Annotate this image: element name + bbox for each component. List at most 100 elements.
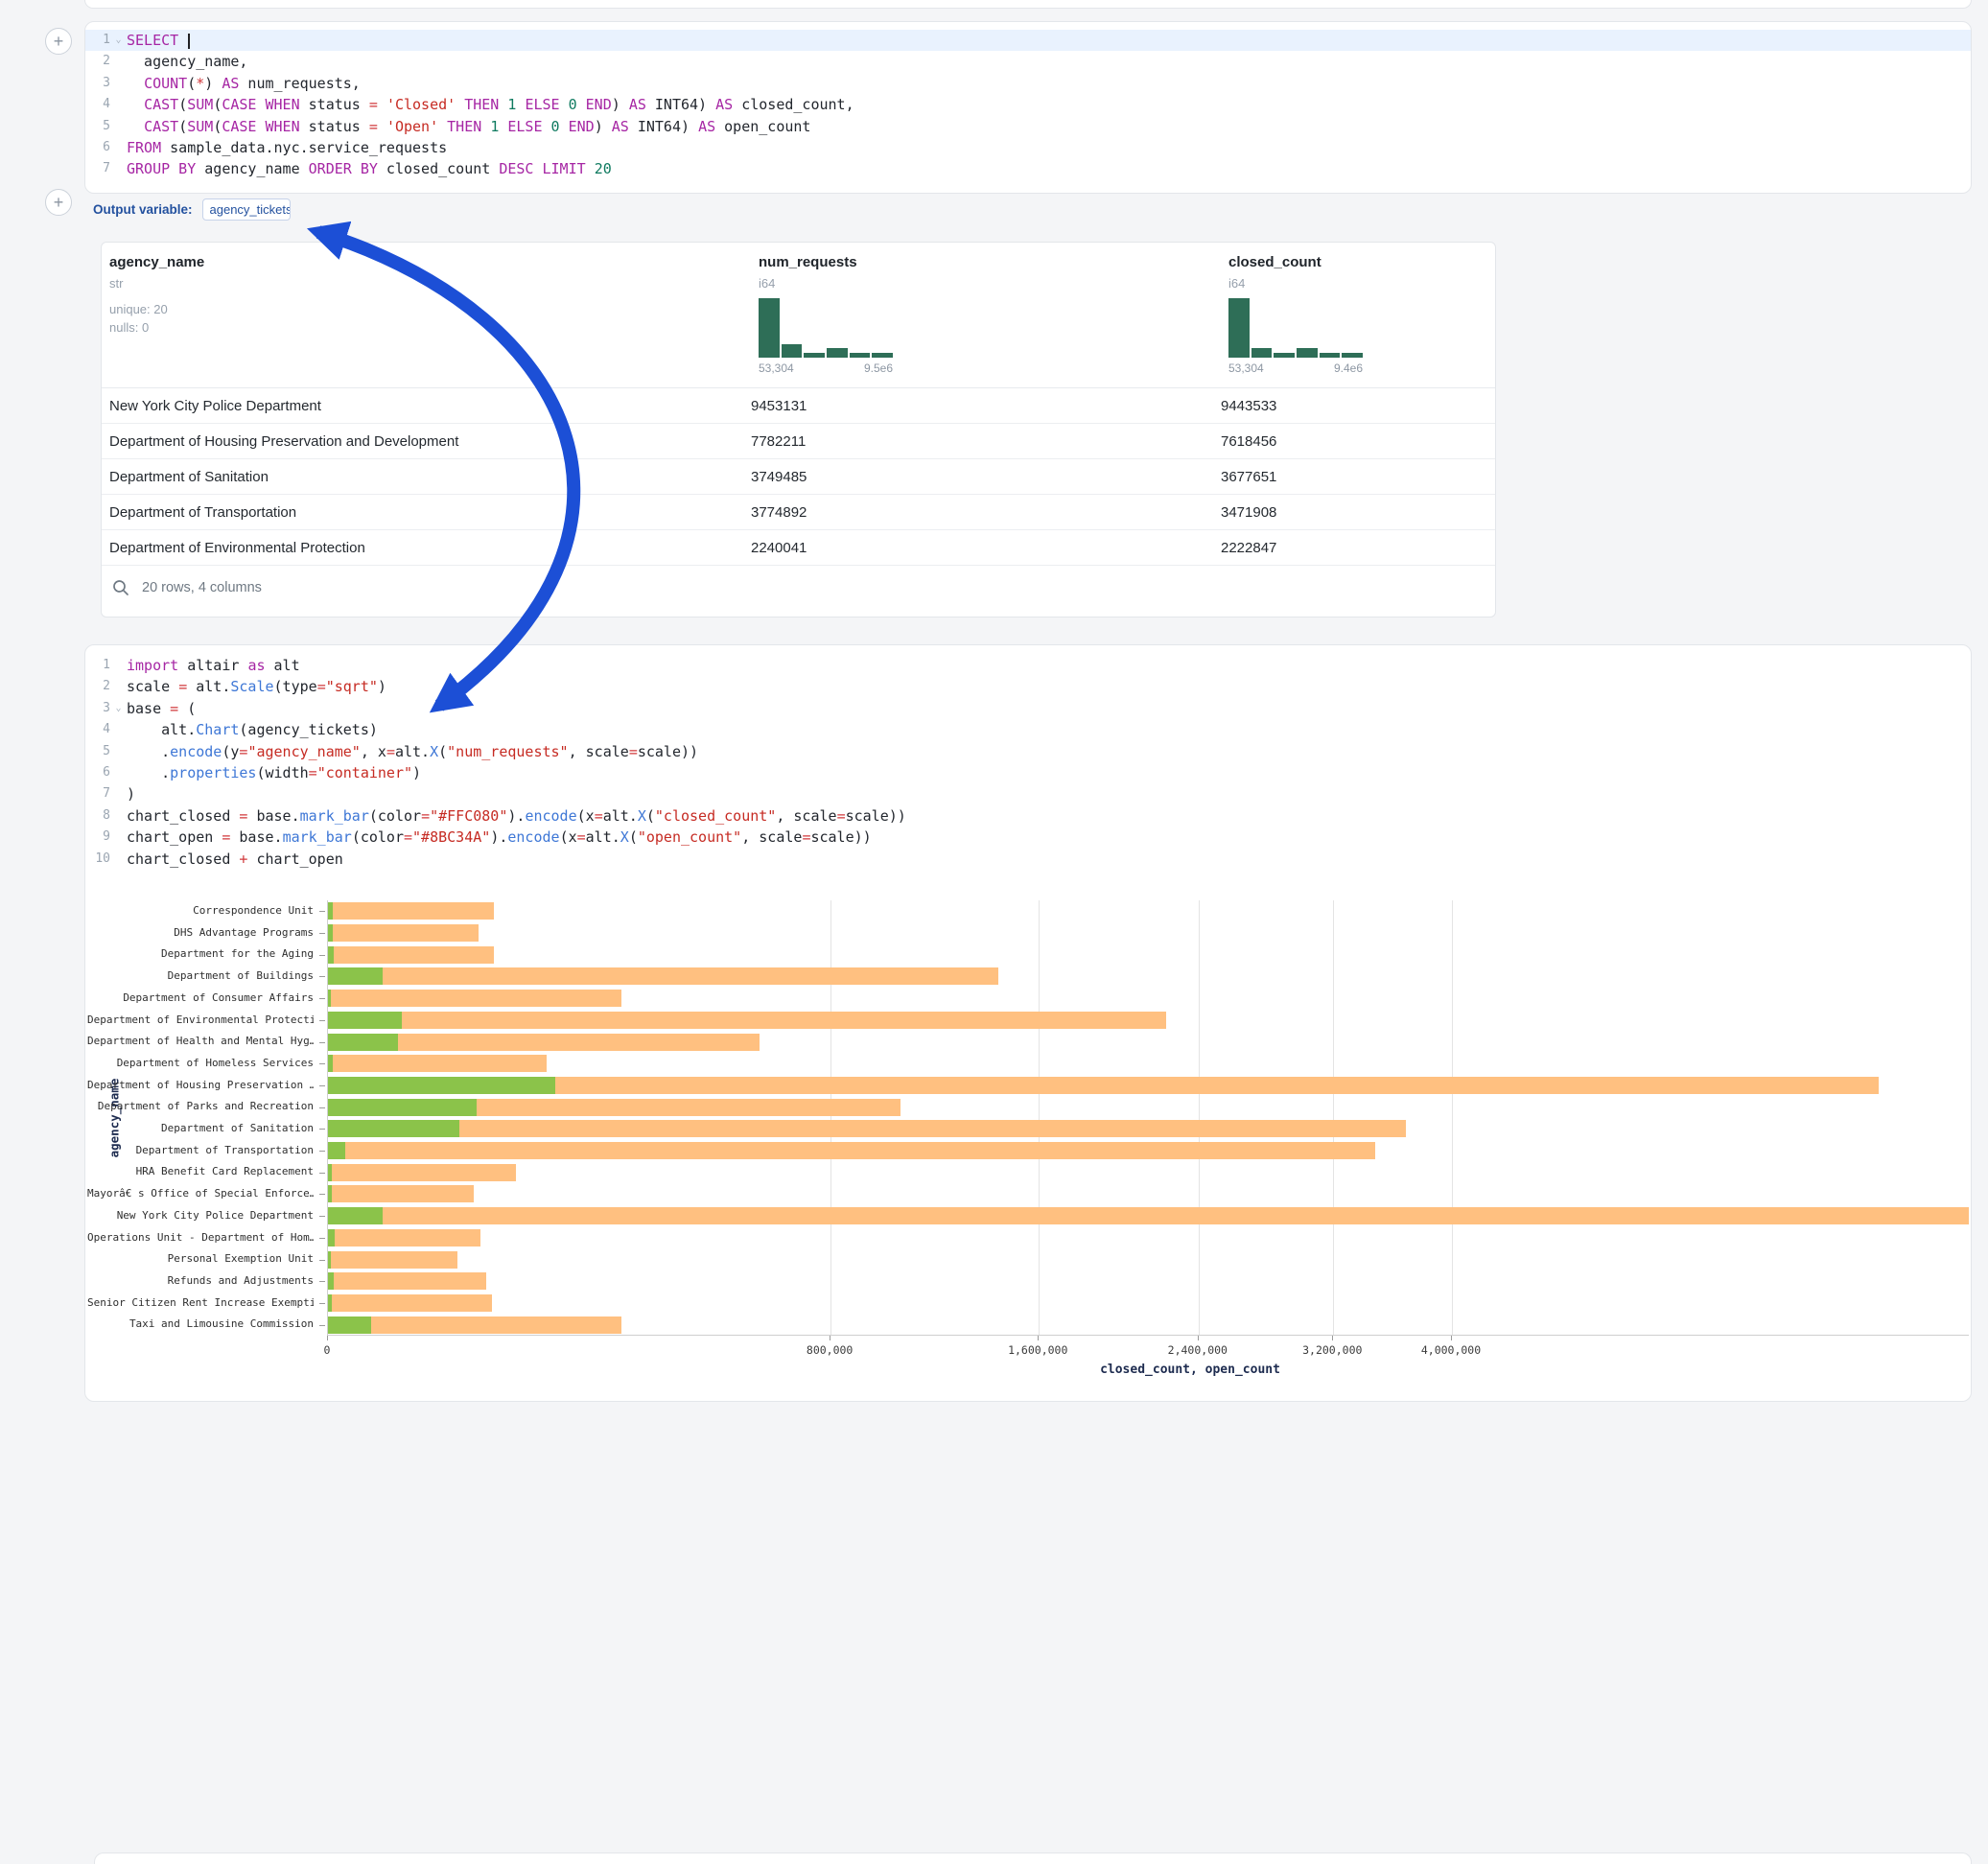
table-cell: 3774892 xyxy=(751,504,1221,521)
y-axis-label: Mayorâ€ s Office of Special Enforce… xyxy=(87,1183,314,1205)
line-number: 10 xyxy=(85,849,110,870)
code-text: ) xyxy=(127,783,135,804)
table-row[interactable]: Department of Transportation377489234719… xyxy=(102,495,1495,530)
add-cell-button[interactable]: + xyxy=(45,189,72,216)
y-axis-label: HRA Benefit Card Replacement xyxy=(87,1161,314,1183)
gridline xyxy=(1039,900,1040,1335)
python-code-editor[interactable]: 1import altair as alt2scale = alt.Scale(… xyxy=(85,655,1971,870)
y-axis-label: Taxi and Limousine Commission xyxy=(87,1314,314,1336)
table-row[interactable]: Department of Housing Preservation and D… xyxy=(102,424,1495,459)
line-number: 6 xyxy=(85,762,110,783)
line-number: 5 xyxy=(85,741,110,762)
histogram-bar xyxy=(1251,348,1273,358)
line-number: 7 xyxy=(85,158,110,179)
python-code-cell[interactable]: 1import altair as alt2scale = alt.Scale(… xyxy=(84,644,1972,1402)
code-line: 3 COUNT(*) AS num_requests, xyxy=(85,73,1971,94)
bar-closed-count xyxy=(328,1316,621,1334)
table-cell: 3677651 xyxy=(1221,469,1495,485)
x-tick-label: 1,600,000 xyxy=(1008,1343,1067,1357)
sql-code-cell[interactable]: 1⌄SELECT 2 agency_name,3 COUNT(*) AS num… xyxy=(84,21,1972,194)
histogram-bar xyxy=(1297,348,1318,358)
column-header-agency-name[interactable]: agency_name str unique: 20 nulls: 0 xyxy=(109,243,204,335)
column-header-closed-count[interactable]: closed_count i64 53,304 9.4e6 xyxy=(1228,243,1363,375)
table-cell: 7782211 xyxy=(751,433,1221,450)
bar-open-count xyxy=(328,1055,333,1072)
code-text: import altair as alt xyxy=(127,655,300,676)
gridline xyxy=(1199,900,1200,1335)
x-tick-label: 3,200,000 xyxy=(1302,1343,1362,1357)
bar-closed-count xyxy=(328,990,621,1007)
histogram-bar xyxy=(827,348,848,358)
y-axis-label: Operations Unit - Department of Hom… xyxy=(87,1227,314,1249)
line-number: 4 xyxy=(85,94,110,115)
histogram-bar xyxy=(1274,353,1295,358)
y-tick xyxy=(319,1173,325,1174)
histogram-range-labels: 53,304 9.4e6 xyxy=(1228,361,1363,375)
x-tick-label: 0 xyxy=(324,1343,331,1357)
x-tick xyxy=(1332,1336,1333,1340)
sql-code-editor[interactable]: 1⌄SELECT 2 agency_name,3 COUNT(*) AS num… xyxy=(85,30,1971,180)
bar-open-count xyxy=(328,1294,332,1312)
bar-open-count xyxy=(328,902,333,920)
table-row[interactable]: New York City Police Department945313194… xyxy=(102,388,1495,424)
code-line: 2 agency_name, xyxy=(85,51,1971,72)
table-row[interactable]: Department of Environmental Protection22… xyxy=(102,530,1495,566)
y-tick xyxy=(319,1151,325,1152)
y-axis-label: New York City Police Department xyxy=(87,1205,314,1227)
code-text: SELECT xyxy=(127,30,190,51)
y-tick xyxy=(319,1325,325,1326)
bar-closed-count xyxy=(328,1207,1969,1224)
table-cell: 7618456 xyxy=(1221,433,1495,450)
chart-x-axis: 0800,0001,600,0002,400,0003,200,0004,000… xyxy=(327,1336,1969,1359)
bar-open-count xyxy=(328,1185,332,1202)
histogram-bar xyxy=(850,353,871,358)
x-tick xyxy=(1038,1336,1039,1340)
y-tick xyxy=(319,933,325,934)
bar-open-count xyxy=(328,1077,555,1094)
bar-open-count xyxy=(328,924,333,942)
table-cell: 9443533 xyxy=(1221,398,1495,414)
table-cell: 3471908 xyxy=(1221,504,1495,521)
code-line: 6 .properties(width="container") xyxy=(85,762,1971,783)
column-header-num-requests[interactable]: num_requests i64 53,304 9.5e6 xyxy=(759,243,893,375)
search-icon[interactable] xyxy=(111,578,130,597)
x-tick-label: 4,000,000 xyxy=(1421,1343,1481,1357)
y-axis-label: Personal Exemption Unit xyxy=(87,1248,314,1270)
code-line: 7) xyxy=(85,783,1971,804)
gridline xyxy=(830,900,831,1335)
add-cell-button[interactable]: + xyxy=(45,28,72,55)
code-line: 2scale = alt.Scale(type="sqrt") xyxy=(85,676,1971,697)
line-number: 4 xyxy=(85,719,110,740)
code-text: .properties(width="container") xyxy=(127,762,421,783)
chart-y-axis-labels: Correspondence UnitDHS Advantage Program… xyxy=(85,900,327,1336)
histogram-range-labels: 53,304 9.5e6 xyxy=(759,361,893,375)
fold-chevron-icon[interactable]: ⌄ xyxy=(110,698,127,719)
bar-open-count xyxy=(328,967,383,985)
y-tick xyxy=(319,1303,325,1304)
fold-chevron-icon[interactable]: ⌄ xyxy=(110,30,127,51)
bar-closed-count xyxy=(328,967,998,985)
table-row[interactable]: Department of Sanitation37494853677651 xyxy=(102,459,1495,495)
y-tick xyxy=(319,911,325,912)
code-line: 1⌄SELECT xyxy=(85,30,1971,51)
plus-icon: + xyxy=(54,32,64,51)
x-tick xyxy=(1451,1336,1452,1340)
bar-closed-count xyxy=(328,1055,547,1072)
y-tick xyxy=(319,1194,325,1195)
table-cell: New York City Police Department xyxy=(102,398,751,414)
bar-open-count xyxy=(328,990,331,1007)
column-name: num_requests xyxy=(759,254,893,270)
gridline xyxy=(1333,900,1334,1335)
previous-cell-fragment xyxy=(84,0,1972,9)
y-tick xyxy=(319,1063,325,1064)
y-axis-label: Department of Sanitation xyxy=(87,1118,314,1140)
output-variable-chip[interactable]: agency_tickets xyxy=(202,198,291,221)
y-axis-label: Department of Housing Preservation … xyxy=(87,1075,314,1097)
code-text: GROUP BY agency_name ORDER BY closed_cou… xyxy=(127,158,612,179)
y-axis-label: Department of Transportation xyxy=(87,1140,314,1162)
output-variable-row: Output variable: agency_tickets xyxy=(93,196,291,222)
y-tick xyxy=(319,1238,325,1239)
code-line: 1import altair as alt xyxy=(85,655,1971,676)
column-null-count: nulls: 0 xyxy=(109,320,204,335)
line-number: 3 xyxy=(85,73,110,94)
